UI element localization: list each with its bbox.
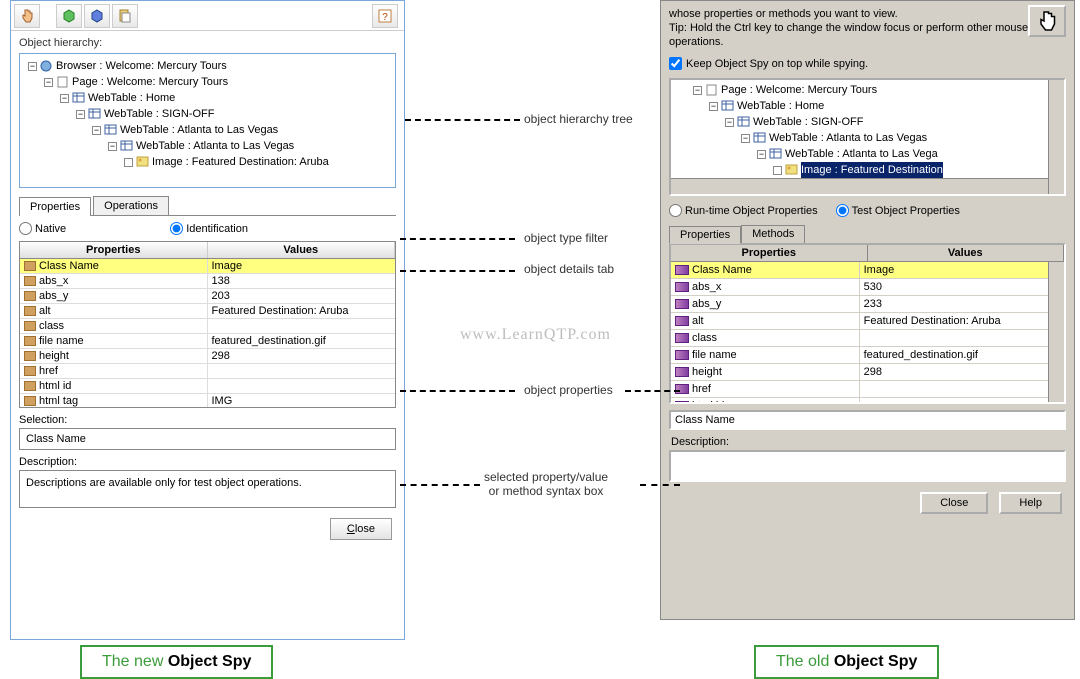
radio-identification[interactable]: Identification	[170, 222, 248, 235]
close-button[interactable]: Close	[330, 518, 392, 540]
annotation-hierarchy: object hierarchy tree	[524, 112, 633, 126]
selection-field[interactable]: Class Name	[669, 410, 1066, 430]
col-values: Values	[208, 242, 396, 258]
radio-native[interactable]: Native	[19, 222, 66, 235]
radio-runtime[interactable]: Run-time Object Properties	[669, 204, 818, 217]
annotation-line	[625, 390, 680, 392]
tab-properties[interactable]: Properties	[19, 197, 91, 216]
table-row[interactable]: class	[671, 330, 1064, 347]
hierarchy-label: Object hierarchy:	[11, 31, 404, 51]
close-button[interactable]: Close	[920, 492, 988, 514]
col-values: Values	[868, 245, 1065, 261]
hierarchy-tree[interactable]: −Page : Welcome: Mercury Tours−WebTable …	[669, 78, 1066, 196]
tab-operations[interactable]: Operations	[93, 196, 169, 215]
description-field	[669, 450, 1066, 482]
table-row[interactable]: abs_y233	[671, 296, 1064, 313]
properties-grid[interactable]: Properties Values Class NameImageabs_x53…	[669, 243, 1066, 404]
spy-hand-button[interactable]	[1028, 5, 1066, 37]
selection-label: Selection:	[11, 408, 404, 428]
annotation-line	[400, 238, 515, 240]
type-filter-row: Run-time Object Properties Test Object P…	[661, 198, 1074, 223]
col-properties: Properties	[20, 242, 208, 258]
table-row[interactable]: abs_x138	[20, 274, 395, 289]
clipboard-button[interactable]	[112, 4, 138, 28]
annotation-line	[400, 270, 515, 272]
help-button[interactable]: Help	[999, 492, 1062, 514]
table-row[interactable]: href	[671, 381, 1064, 398]
instructions: whose properties or methods you want to …	[661, 1, 1074, 55]
table-row[interactable]: height298	[20, 349, 395, 364]
radio-test[interactable]: Test Object Properties	[836, 204, 960, 217]
help-button[interactable]: ?	[372, 4, 398, 28]
annotation-line	[640, 484, 680, 486]
toolbar: ?	[11, 1, 404, 31]
table-row[interactable]: altFeatured Destination: Aruba	[20, 304, 395, 319]
caption-old: The old Object Spy	[754, 645, 939, 679]
table-row[interactable]: href	[20, 364, 395, 379]
properties-grid[interactable]: Properties Values Class NameImageabs_x13…	[19, 241, 396, 408]
annotation-line	[405, 119, 520, 121]
table-row[interactable]: altFeatured Destination: Aruba	[671, 313, 1064, 330]
old-object-spy-window: whose properties or methods you want to …	[660, 0, 1075, 620]
table-row[interactable]: class	[20, 319, 395, 334]
description-field: Descriptions are available only for test…	[19, 470, 396, 508]
grid-header: Properties Values	[671, 245, 1064, 262]
annotation-typefilter: object type filter	[524, 231, 608, 245]
svg-text:?: ?	[382, 12, 388, 23]
caption-new: The new Object Spy	[80, 645, 273, 679]
tab-properties[interactable]: Properties	[669, 226, 741, 244]
annotation-properties: object properties	[524, 383, 613, 397]
cube-button-2[interactable]	[84, 4, 110, 28]
tab-methods[interactable]: Methods	[741, 225, 805, 243]
vertical-scrollbar[interactable]	[1048, 80, 1064, 194]
table-row[interactable]: html id	[671, 398, 1064, 402]
table-row[interactable]: file namefeatured_destination.gif	[20, 334, 395, 349]
vertical-scrollbar[interactable]	[1048, 262, 1064, 402]
annotation-detailstab: object details tab	[524, 262, 614, 276]
watermark: www.LearnQTP.com	[460, 326, 611, 344]
spy-hand-button[interactable]	[14, 4, 40, 28]
table-row[interactable]: file namefeatured_destination.gif	[671, 347, 1064, 364]
details-tabs: Properties Operations	[19, 196, 396, 216]
annotation-line	[400, 484, 480, 486]
annotation-line	[400, 390, 515, 392]
description-label: Description:	[661, 430, 1074, 450]
details-tabs: Properties Methods	[669, 225, 1066, 243]
cube-button-1[interactable]	[56, 4, 82, 28]
annotation-selection: selected property/value or method syntax…	[484, 470, 608, 498]
table-row[interactable]: html tagIMG	[20, 394, 395, 407]
hierarchy-tree[interactable]: −Browser : Welcome: Mercury Tours−Page :…	[19, 53, 396, 188]
selection-field[interactable]: Class Name	[19, 428, 396, 450]
table-row[interactable]: Class NameImage	[671, 262, 1064, 279]
table-row[interactable]: html id	[20, 379, 395, 394]
table-row[interactable]: height298	[671, 364, 1064, 381]
col-properties: Properties	[671, 245, 868, 261]
table-row[interactable]: Class NameImage	[20, 259, 395, 274]
grid-header: Properties Values	[20, 242, 395, 259]
type-filter-row: Native Identification	[11, 216, 404, 241]
new-object-spy-window: ? Object hierarchy: −Browser : Welcome: …	[10, 0, 405, 640]
table-row[interactable]: abs_x530	[671, 279, 1064, 296]
keep-on-top-checkbox[interactable]: Keep Object Spy on top while spying.	[661, 55, 1074, 76]
table-row[interactable]: abs_y203	[20, 289, 395, 304]
description-label: Description:	[11, 450, 404, 470]
horizontal-scrollbar[interactable]	[671, 178, 1048, 194]
